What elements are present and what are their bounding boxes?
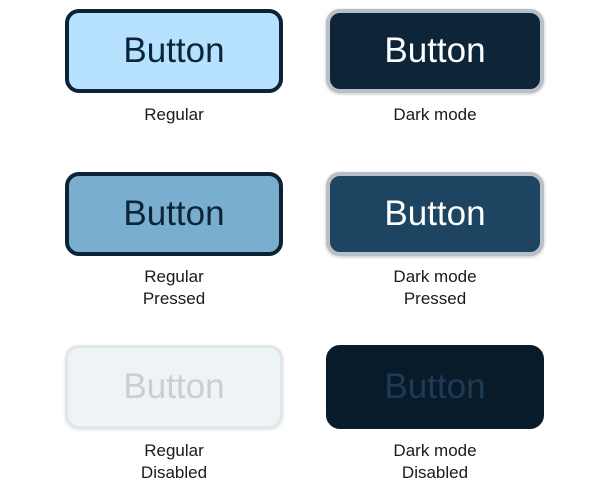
dark-mode-button-caption: Dark mode xyxy=(326,104,544,126)
dark-mode-pressed-button-caption: Dark mode Pressed xyxy=(326,266,544,310)
caption-state-line: Pressed xyxy=(403,289,467,308)
caption-line: Regular xyxy=(144,105,204,124)
regular-pressed-button-caption: Regular Pressed xyxy=(65,266,283,310)
regular-button-caption: Regular xyxy=(65,104,283,126)
caption-line: Regular xyxy=(144,267,204,286)
button-states-showcase: Button Regular Button Dark mode Button R… xyxy=(0,0,599,498)
dark-mode-button[interactable]: Button xyxy=(326,9,544,93)
caption-line: Dark mode xyxy=(393,441,477,460)
caption-line: Regular xyxy=(144,441,204,460)
dark-mode-pressed-button[interactable]: Button xyxy=(326,172,544,256)
regular-pressed-button[interactable]: Button xyxy=(65,172,283,256)
regular-disabled-button-caption: Regular Disabled xyxy=(65,440,283,484)
caption-line: Dark mode xyxy=(393,267,477,286)
dark-mode-disabled-button-caption: Dark mode Disabled xyxy=(326,440,544,484)
dark-mode-disabled-button: Button xyxy=(326,345,544,429)
regular-disabled-button: Button xyxy=(65,345,283,429)
caption-state-line: Pressed xyxy=(142,289,206,308)
caption-state-line: Disabled xyxy=(401,463,469,482)
caption-line: Dark mode xyxy=(393,105,477,124)
caption-state-line: Disabled xyxy=(140,463,208,482)
regular-button[interactable]: Button xyxy=(65,9,283,93)
